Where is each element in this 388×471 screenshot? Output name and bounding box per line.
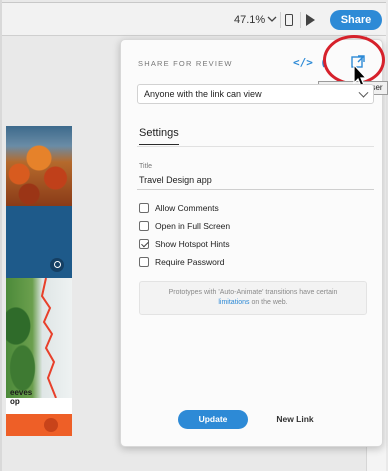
tab-settings[interactable]: Settings: [139, 127, 179, 145]
trail-map-line: [40, 278, 57, 398]
share-button[interactable]: Share: [330, 10, 382, 30]
show-hotspot-hints-option[interactable]: Show Hotspot Hints: [139, 238, 230, 250]
toolbar-divider: [280, 12, 281, 28]
require-password-option[interactable]: Require Password: [139, 256, 224, 268]
link-access-value: Anyone with the link can view: [144, 89, 262, 99]
allow-comments-option[interactable]: Allow Comments: [139, 202, 219, 214]
embed-code-icon[interactable]: </>: [293, 56, 313, 69]
notice-text: Prototypes with 'Auto-Animate' transitio…: [168, 289, 338, 296]
auto-animate-notice: Prototypes with 'Auto-Animate' transitio…: [139, 281, 367, 315]
device-preview-icon[interactable]: [285, 14, 293, 26]
chevron-down-icon: [358, 87, 369, 98]
autumn-photo: [6, 126, 72, 206]
limitations-link[interactable]: limitations: [218, 299, 249, 306]
require-password-checkbox[interactable]: [139, 257, 149, 267]
search-icon: [50, 258, 64, 272]
card-title: eeves op: [10, 388, 33, 406]
artboard-footer-bar: [6, 414, 72, 436]
popover-title: SHARE FOR REVIEW: [138, 59, 233, 68]
artboard-preview[interactable]: eeves op: [6, 126, 72, 436]
title-label: Title: [139, 163, 152, 170]
zoom-level[interactable]: 47.1%: [234, 14, 265, 26]
open-full-screen-checkbox[interactable]: [139, 221, 149, 231]
open-full-screen-label: Open in Full Screen: [155, 221, 231, 231]
tab-divider: [137, 146, 374, 147]
show-hotspot-hints-checkbox[interactable]: [139, 239, 149, 249]
update-button[interactable]: Update: [178, 410, 248, 429]
require-password-label: Require Password: [155, 257, 225, 267]
title-input-underline: [137, 189, 374, 190]
top-toolbar: 47.1% Share: [2, 3, 386, 36]
allow-comments-label: Allow Comments: [155, 203, 219, 213]
new-link-button[interactable]: New Link: [273, 410, 317, 429]
title-input[interactable]: Travel Design app: [139, 175, 212, 185]
user-icon: [44, 418, 58, 432]
play-icon[interactable]: [306, 14, 315, 26]
notice-suffix: on the web.: [251, 299, 288, 306]
toolbar-divider: [300, 12, 301, 28]
link-access-select[interactable]: Anyone with the link can view: [137, 84, 374, 104]
forest-photo: [6, 278, 72, 398]
show-hotspot-hints-label: Show Hotspot Hints: [155, 239, 230, 249]
allow-comments-checkbox[interactable]: [139, 203, 149, 213]
chevron-down-icon[interactable]: [265, 12, 279, 26]
open-full-screen-option[interactable]: Open in Full Screen: [139, 220, 230, 232]
share-for-review-popover: SHARE FOR REVIEW </> Open in Browser Any…: [120, 35, 388, 447]
